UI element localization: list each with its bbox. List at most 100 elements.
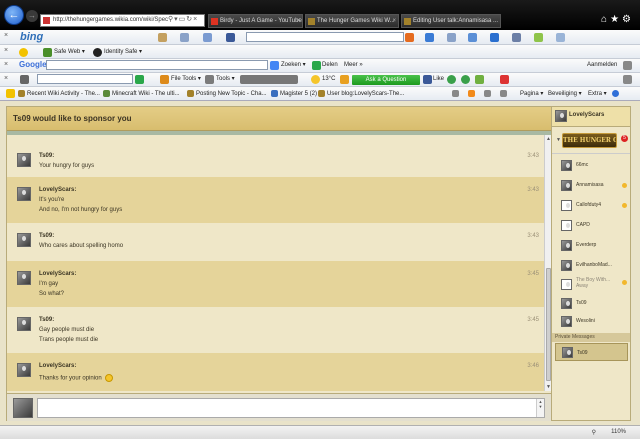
close-toolbar-icon[interactable]: × — [4, 32, 8, 39]
tab-close-icon[interactable]: × — [392, 15, 396, 27]
message-author[interactable]: LovelyScars: — [39, 363, 76, 369]
weather-icon[interactable] — [425, 33, 434, 42]
private-message-item[interactable]: Ts09 — [555, 343, 628, 361]
ask-settings-icon[interactable] — [20, 75, 29, 84]
tool-icon[interactable] — [447, 33, 456, 42]
close-icon[interactable]: × — [193, 16, 198, 23]
tab-editing-user-talk[interactable]: Editing User talk:Annamisasa ... — [401, 14, 501, 28]
avatar[interactable] — [17, 187, 31, 201]
user-list-item[interactable]: 66mc — [552, 157, 630, 175]
file-tools-button[interactable]: File Tools ▾ — [171, 74, 201, 84]
mail-icon[interactable] — [180, 33, 189, 42]
input-scrollbar[interactable]: ▲ ▼ — [536, 399, 544, 417]
ask-search-icon[interactable] — [135, 75, 144, 84]
message-input[interactable]: ▲ ▼ — [37, 398, 545, 418]
user-list-item[interactable]: CAPD — [552, 217, 630, 235]
ask-search-input[interactable] — [37, 74, 133, 84]
user-list-item[interactable]: Annamisasa — [552, 177, 630, 195]
share-button[interactable]: Delen — [322, 60, 338, 70]
like-button[interactable]: Like — [433, 74, 444, 84]
bing-tool-icon[interactable] — [158, 33, 167, 42]
window-icons[interactable]: ⌂★⚙ — [601, 14, 634, 25]
message-author[interactable]: Ts09: — [39, 317, 54, 323]
bing-search-input[interactable] — [246, 32, 404, 42]
avatar[interactable] — [17, 233, 31, 247]
close-toolbar-icon[interactable]: × — [4, 61, 8, 68]
room-header[interactable]: ▼ THE HUNGER GAMES WIKI 5 — [552, 128, 630, 154]
facebook-icon[interactable] — [226, 33, 235, 42]
user-list-item[interactable]: Wesolini — [552, 313, 630, 331]
avatar[interactable] — [17, 271, 31, 285]
tab-close-icon[interactable]: × — [296, 15, 300, 27]
bing-logo[interactable]: bing — [20, 31, 43, 43]
forward-button[interactable]: → — [26, 10, 38, 22]
page-menu[interactable]: Pagina ▾ — [520, 89, 543, 99]
message-list[interactable]: Ts09: Your hungry for guys 3:43 LovelySc… — [7, 135, 544, 391]
favorite-link[interactable]: Posting New Topic - Cha... — [187, 89, 267, 99]
mail-app-icon[interactable] — [500, 75, 509, 84]
close-toolbar-icon[interactable]: × — [4, 47, 8, 54]
back-button[interactable]: ← — [4, 5, 24, 25]
like-icon[interactable] — [468, 33, 477, 42]
address-actions[interactable]: ⚲▾▭↻× — [168, 15, 198, 23]
google-logo[interactable]: Google — [19, 60, 47, 69]
message-author[interactable]: LovelyScars: — [39, 187, 76, 193]
user-list-item[interactable]: Callofduty4 — [552, 197, 630, 215]
rss-icon[interactable] — [468, 90, 475, 97]
favorites-star-icon[interactable] — [6, 89, 15, 98]
message-author[interactable]: Ts09: — [39, 233, 54, 239]
google-search-button[interactable]: Zoeken ▾ — [281, 60, 306, 70]
user-list-item[interactable]: Everderp — [552, 237, 630, 255]
safeweb-button[interactable]: Safe Web ▾ — [54, 47, 85, 57]
translate-icon[interactable] — [490, 33, 499, 42]
favorite-link[interactable]: User blog:LovelyScars-The... — [318, 89, 404, 99]
tab-hunger-games-wiki[interactable]: The Hunger Games Wiki W... × — [305, 14, 399, 28]
identity-safe-button[interactable]: Identity Safe ▾ — [104, 47, 142, 57]
puzzle-icon[interactable] — [556, 33, 565, 42]
sign-in-button[interactable]: Aanmelden — [587, 60, 617, 70]
user-list-item[interactable]: The Boy With... Away — [552, 275, 630, 295]
ask-question-button[interactable]: Ask a Question — [352, 75, 420, 85]
wrench-icon[interactable] — [623, 61, 632, 70]
tools-button[interactable]: Tools ▾ — [216, 74, 235, 84]
home-icon[interactable] — [452, 90, 459, 97]
avatar[interactable] — [17, 317, 31, 331]
favorites-star-icon[interactable]: ★ — [610, 14, 622, 25]
weather-temp[interactable]: 13°C — [322, 74, 335, 84]
settings-gear-icon[interactable]: ⚙ — [622, 14, 634, 25]
favorite-link[interactable]: Minecraft Wiki - The ulti... — [103, 89, 180, 99]
money-icon[interactable] — [512, 33, 521, 42]
user-list-item[interactable]: Ts09 — [552, 295, 630, 313]
message-author[interactable]: LovelyScars: — [39, 271, 76, 277]
norton-check-icon[interactable] — [19, 48, 28, 57]
app-icon[interactable] — [447, 75, 456, 84]
cloud-icon[interactable] — [203, 33, 212, 42]
zoom-level[interactable]: 110% — [611, 429, 626, 435]
avatar[interactable] — [17, 153, 31, 167]
message-author[interactable]: Ts09: — [39, 153, 54, 159]
chat-bubble-icon[interactable] — [340, 75, 349, 84]
current-user[interactable]: LovelyScars — [552, 107, 630, 127]
favorite-link[interactable]: Recent Wiki Activity - The... — [18, 89, 100, 99]
bing-search-button-icon[interactable] — [405, 33, 414, 42]
wrench-icon[interactable] — [623, 75, 632, 84]
sun-icon[interactable] — [534, 33, 543, 42]
print-icon[interactable] — [500, 90, 507, 97]
extra-menu[interactable]: Extra ▾ — [588, 89, 607, 99]
avatar[interactable] — [17, 363, 31, 377]
help-icon[interactable] — [612, 90, 619, 97]
google-search-input[interactable] — [46, 60, 268, 70]
user-list-item[interactable]: EvilhanboMad... — [552, 257, 630, 275]
collapse-caret-icon[interactable]: ▼ — [556, 137, 561, 143]
favorite-link[interactable]: Magister 5 (2) — [271, 89, 317, 99]
media-player-widget[interactable] — [240, 75, 298, 84]
close-toolbar-icon[interactable]: × — [4, 75, 8, 82]
app-icon[interactable] — [461, 75, 470, 84]
app-icon[interactable] — [475, 75, 484, 84]
mail-icon[interactable] — [484, 90, 491, 97]
more-button[interactable]: Meer » — [344, 60, 363, 70]
tab-youtube[interactable]: Birdy - Just A Game - YouTube × — [208, 14, 303, 28]
zoom-icon[interactable]: ⚲ — [592, 429, 596, 436]
security-menu[interactable]: Beveiliging ▾ — [548, 89, 582, 99]
home-icon[interactable]: ⌂ — [601, 14, 610, 25]
